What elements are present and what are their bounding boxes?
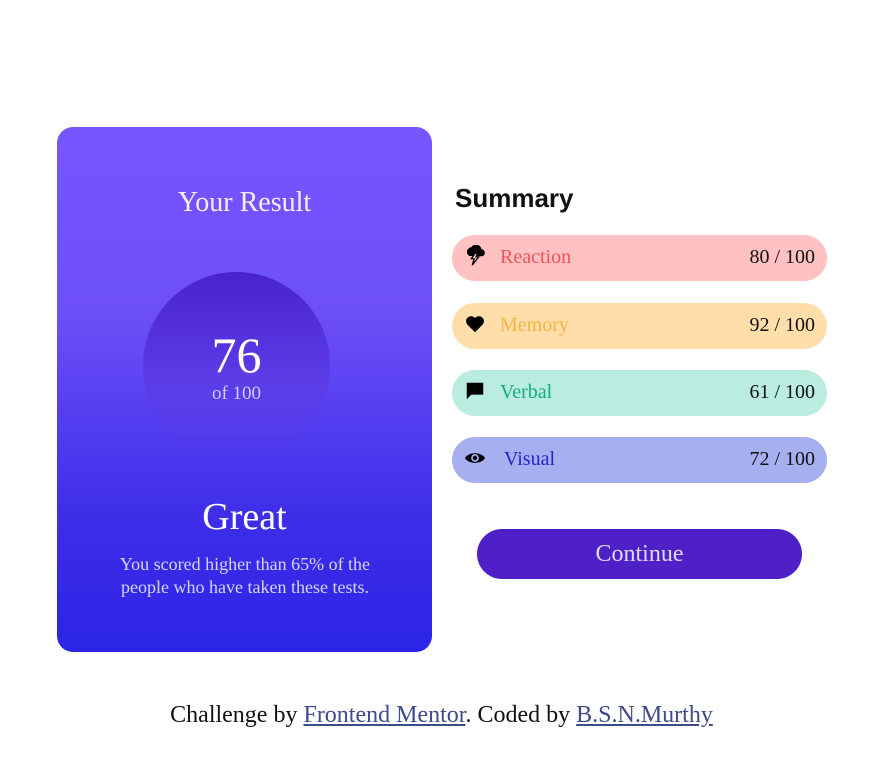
score-circle: 76 of 100 — [143, 272, 330, 459]
summary-item-score: 80 / 100 — [749, 246, 815, 268]
summary-item-label: Visual — [504, 448, 556, 470]
attribution-footer: Challenge by Frontend Mentor. Coded by B… — [0, 702, 883, 729]
result-title: Your Result — [177, 187, 312, 218]
summary-item-label: Memory — [500, 314, 569, 336]
speech-bubble-icon — [464, 380, 486, 402]
frontend-mentor-link[interactable]: Frontend Mentor — [303, 702, 465, 728]
summary-item-memory: Memory 92 / 100 — [452, 303, 827, 349]
continue-button[interactable]: Continue — [477, 529, 802, 579]
summary-item-visual: Visual 72 / 100 — [452, 437, 827, 483]
lightning-icon — [464, 245, 486, 267]
rating-description: You scored higher than 65% of the people… — [119, 554, 371, 597]
summary-item-label: Reaction — [500, 246, 572, 268]
summary-item-score: 61 / 100 — [749, 381, 815, 403]
footer-middle: . Coded by — [465, 702, 577, 728]
score-out-of: of 100 — [211, 383, 262, 404]
summary-item-verbal: Verbal 61 / 100 — [452, 370, 827, 416]
footer-prefix: Challenge by — [170, 702, 304, 728]
results-page: Your Result 76 of 100 Great You scored h… — [0, 0, 883, 775]
summary-item-score: 72 / 100 — [749, 448, 815, 470]
summary-item-reaction: Reaction 80 / 100 — [452, 235, 827, 281]
rating-label: Great — [202, 496, 287, 538]
result-card: Your Result 76 of 100 Great You scored h… — [57, 127, 432, 652]
score-value: 76 — [211, 327, 262, 383]
heart-icon — [464, 313, 486, 335]
eye-icon — [464, 447, 486, 469]
summary-item-score: 92 / 100 — [749, 314, 815, 336]
summary-item-label: Verbal — [500, 381, 553, 403]
summary-title: Summary — [455, 183, 574, 213]
author-link[interactable]: B.S.N.Murthy — [576, 702, 713, 728]
